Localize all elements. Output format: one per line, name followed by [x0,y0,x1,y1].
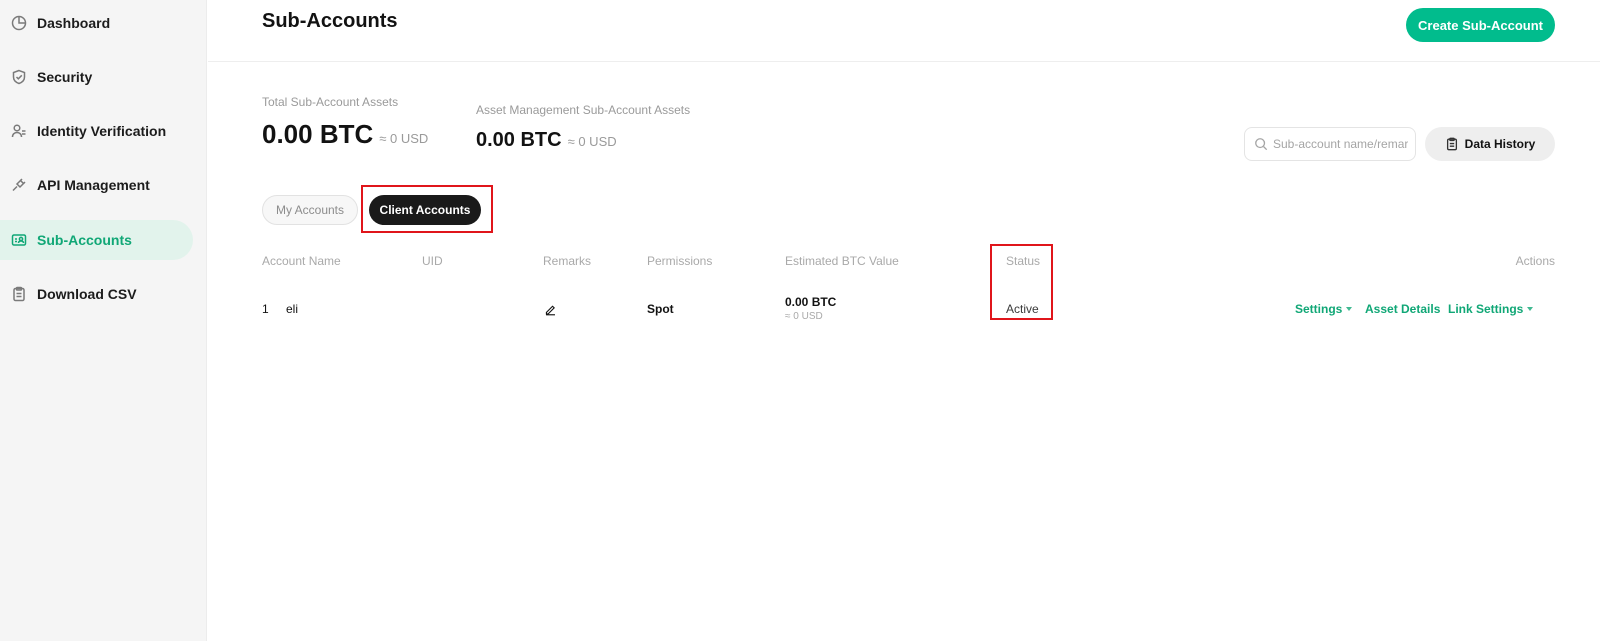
search-input[interactable] [1273,137,1408,151]
account-name: eli [286,302,299,316]
column-header-actions: Actions [1515,254,1555,268]
column-header-status: Status [1006,254,1041,268]
clipboard-icon [1446,137,1457,151]
sidebar-item-label: Identity Verification [37,123,167,139]
asset-details-link[interactable]: Asset Details [1365,302,1440,316]
total-assets-value: 0.00 BTC [262,119,374,149]
asset-management-label: Asset Management Sub-Account Assets [476,103,691,117]
btc-value: 0.00 BTC [785,295,837,309]
sidebar-item-label: API Management [37,177,150,193]
main-content: Sub-Accounts Create Sub-Account Total Su… [208,0,1600,641]
settings-dropdown[interactable]: Settings [1295,302,1353,316]
column-header-remarks: Remarks [543,254,592,268]
total-assets-summary: Total Sub-Account Assets 0.00 BTC ≈ 0 US… [262,95,428,150]
column-header-estimated-btc-value: Estimated BTC Value [785,254,899,268]
status-value: Active [1006,302,1039,316]
permissions-value: Spot [647,302,674,316]
create-sub-account-button[interactable]: Create Sub-Account [1406,8,1555,42]
link-settings-dropdown[interactable]: Link Settings [1448,302,1534,316]
tab-client-accounts[interactable]: Client Accounts [369,195,481,225]
asset-management-summary: Asset Management Sub-Account Assets 0.00… [476,103,690,152]
row-index: 1 [262,302,269,316]
api-plug-icon [10,177,27,194]
dashboard-icon [10,15,27,32]
shield-icon [10,69,27,86]
sidebar: Dashboard Security Identity Verification… [0,0,207,641]
chevron-down-icon [1346,307,1353,311]
search-icon [1255,138,1268,151]
column-header-permissions: Permissions [647,254,713,268]
settings-link-label: Settings [1295,302,1343,316]
sub-accounts-icon [10,232,27,249]
page-header: Sub-Accounts Create Sub-Account [208,0,1600,62]
sidebar-item-label: Dashboard [37,15,111,31]
column-header-account-name: Account Name [262,254,341,268]
asset-management-usd: ≈ 0 USD [567,134,617,149]
sidebar-item-security[interactable]: Security [0,57,193,97]
column-header-uid: UID [422,254,443,268]
user-icon [10,123,27,140]
search-input-wrapper[interactable] [1244,127,1416,161]
btc-value-usd: ≈ 0 USD [785,311,823,322]
chevron-down-icon [1527,307,1534,311]
sidebar-item-label: Download CSV [37,286,137,302]
sidebar-item-dashboard[interactable]: Dashboard [0,3,193,43]
sidebar-item-sub-accounts[interactable]: Sub-Accounts [0,220,193,260]
sidebar-item-label: Sub-Accounts [37,232,132,248]
total-assets-label: Total Sub-Account Assets [262,95,399,109]
page-title: Sub-Accounts [262,10,398,32]
tab-my-accounts[interactable]: My Accounts [262,195,358,225]
sidebar-item-api-management[interactable]: API Management [0,165,193,205]
sidebar-item-identity-verification[interactable]: Identity Verification [0,111,193,151]
total-assets-usd: ≈ 0 USD [379,131,429,146]
asset-management-value: 0.00 BTC [476,129,562,151]
sidebar-item-download-csv[interactable]: Download CSV [0,274,193,314]
sidebar-item-label: Security [37,69,93,85]
data-history-button[interactable]: Data History [1425,127,1555,161]
clipboard-icon [10,286,27,303]
edit-icon[interactable] [544,303,557,319]
data-history-label: Data History [1464,137,1536,151]
link-settings-label: Link Settings [1448,302,1524,316]
